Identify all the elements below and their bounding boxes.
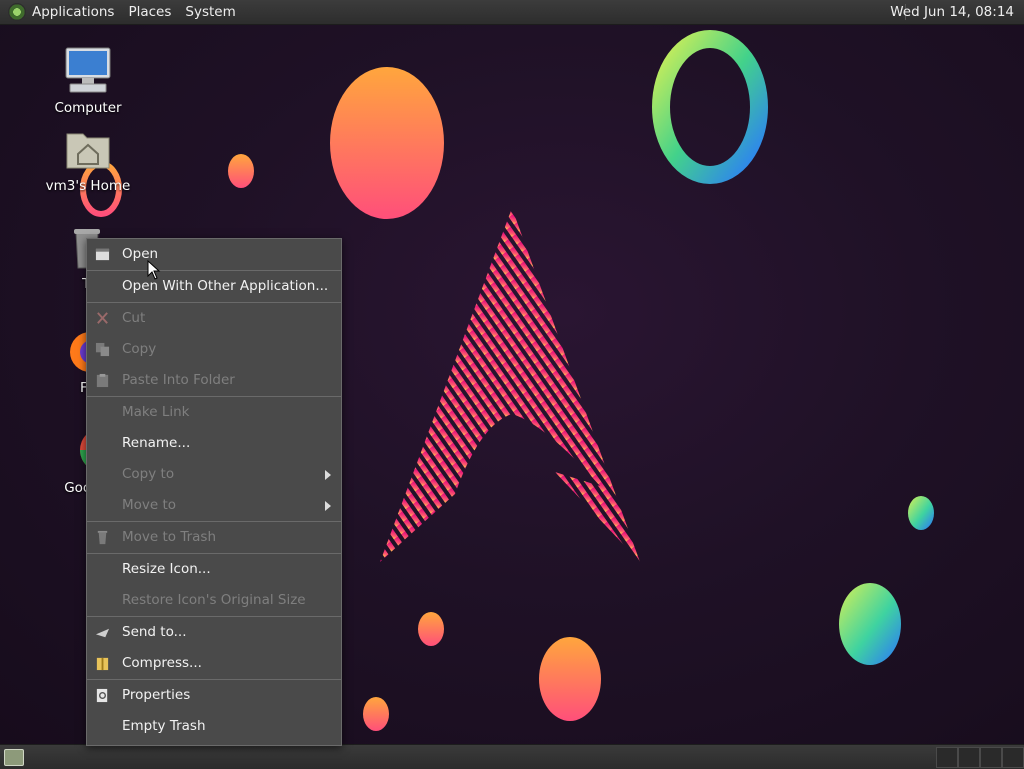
menu-item-restore-icon-size[interactable]: Restore Icon's Original Size <box>87 585 341 616</box>
wallpaper-bubble <box>539 637 601 721</box>
home-folder-icon <box>66 133 110 169</box>
menu-item-label: Cut <box>122 310 146 326</box>
wallpaper-bubble <box>363 697 389 731</box>
menu-item-open[interactable]: Open <box>87 239 341 270</box>
cut-icon <box>97 312 108 324</box>
menu-item-make-link[interactable]: Make Link <box>87 397 341 428</box>
menu-item-label: Compress... <box>122 655 202 671</box>
workspace-switcher-4[interactable] <box>1002 747 1024 768</box>
workspace-switcher-1[interactable] <box>936 747 958 768</box>
desktop-context-menu: Open Open With Other Application... Cut … <box>86 238 342 746</box>
menu-item-label: Move to <box>122 497 177 513</box>
clock[interactable]: Wed Jun 14, 08:14 <box>890 4 1014 20</box>
menu-item-paste-into-folder[interactable]: Paste Into Folder <box>87 365 341 396</box>
menu-item-label: Resize Icon... <box>122 561 211 577</box>
open-icon <box>95 248 110 261</box>
menu-item-rename[interactable]: Rename... <box>87 428 341 459</box>
menu-item-cut[interactable]: Cut <box>87 303 341 334</box>
menu-item-open-with[interactable]: Open With Other Application... <box>87 271 341 302</box>
menu-item-copy-to[interactable]: Copy to <box>87 459 341 490</box>
menu-item-label: Copy <box>122 341 157 357</box>
trash-icon <box>97 530 108 545</box>
wallpaper-bubble <box>330 67 444 219</box>
wallpaper-bubble <box>839 583 901 665</box>
wallpaper-bubble <box>908 496 934 530</box>
distro-logo-icon[interactable] <box>8 3 26 21</box>
workspace-switcher-2[interactable] <box>958 747 980 768</box>
wallpaper-bubble <box>418 612 444 646</box>
menu-item-label: Rename... <box>122 435 191 451</box>
system-menu[interactable]: System <box>185 4 235 20</box>
menu-item-label: Make Link <box>122 404 190 420</box>
submenu-arrow-icon <box>325 501 331 511</box>
show-desktop-icon[interactable] <box>4 749 24 766</box>
copy-icon <box>95 342 110 357</box>
properties-icon <box>96 688 108 703</box>
wallpaper-ring <box>652 30 768 184</box>
desktop-icon-home[interactable]: vm3's Home <box>40 128 136 194</box>
menu-item-label: Copy to <box>122 466 175 482</box>
paste-icon <box>96 373 109 388</box>
desktop-icon-computer[interactable]: Computer <box>40 46 136 116</box>
menu-item-empty-trash[interactable]: Empty Trash <box>87 711 341 742</box>
menu-item-label: Restore Icon's Original Size <box>122 592 306 608</box>
workspace-switcher-3[interactable] <box>980 747 1002 768</box>
menu-item-properties[interactable]: Properties <box>87 680 341 711</box>
submenu-arrow-icon <box>325 470 331 480</box>
arch-logo <box>380 208 640 562</box>
archive-icon <box>96 657 109 671</box>
desktop-icon-label: vm3's Home <box>45 178 131 194</box>
bottom-panel <box>0 744 1024 769</box>
applications-menu[interactable]: Applications <box>32 4 114 20</box>
menu-item-copy[interactable]: Copy <box>87 334 341 365</box>
send-icon <box>95 628 110 638</box>
menu-item-label: Paste Into Folder <box>122 372 235 388</box>
top-panel: Applications Places System Wed Jun 14, 0… <box>0 0 1024 25</box>
menu-item-compress[interactable]: Compress... <box>87 648 341 679</box>
menu-item-move-to-trash[interactable]: Move to Trash <box>87 522 341 553</box>
menu-item-send-to[interactable]: Send to... <box>87 617 341 648</box>
menu-item-label: Properties <box>122 687 191 703</box>
menu-item-label: Move to Trash <box>122 529 217 545</box>
mouse-cursor-icon <box>147 260 161 280</box>
menu-item-resize-icon[interactable]: Resize Icon... <box>87 554 341 585</box>
computer-icon <box>65 47 111 93</box>
wallpaper-bubble <box>228 154 254 188</box>
menu-item-label: Empty Trash <box>122 718 206 734</box>
desktop-icon-label: Computer <box>54 100 122 116</box>
menu-item-move-to[interactable]: Move to <box>87 490 341 521</box>
menu-item-label: Send to... <box>122 624 187 640</box>
places-menu[interactable]: Places <box>128 4 171 20</box>
menu-item-label: Open With Other Application... <box>122 278 329 294</box>
